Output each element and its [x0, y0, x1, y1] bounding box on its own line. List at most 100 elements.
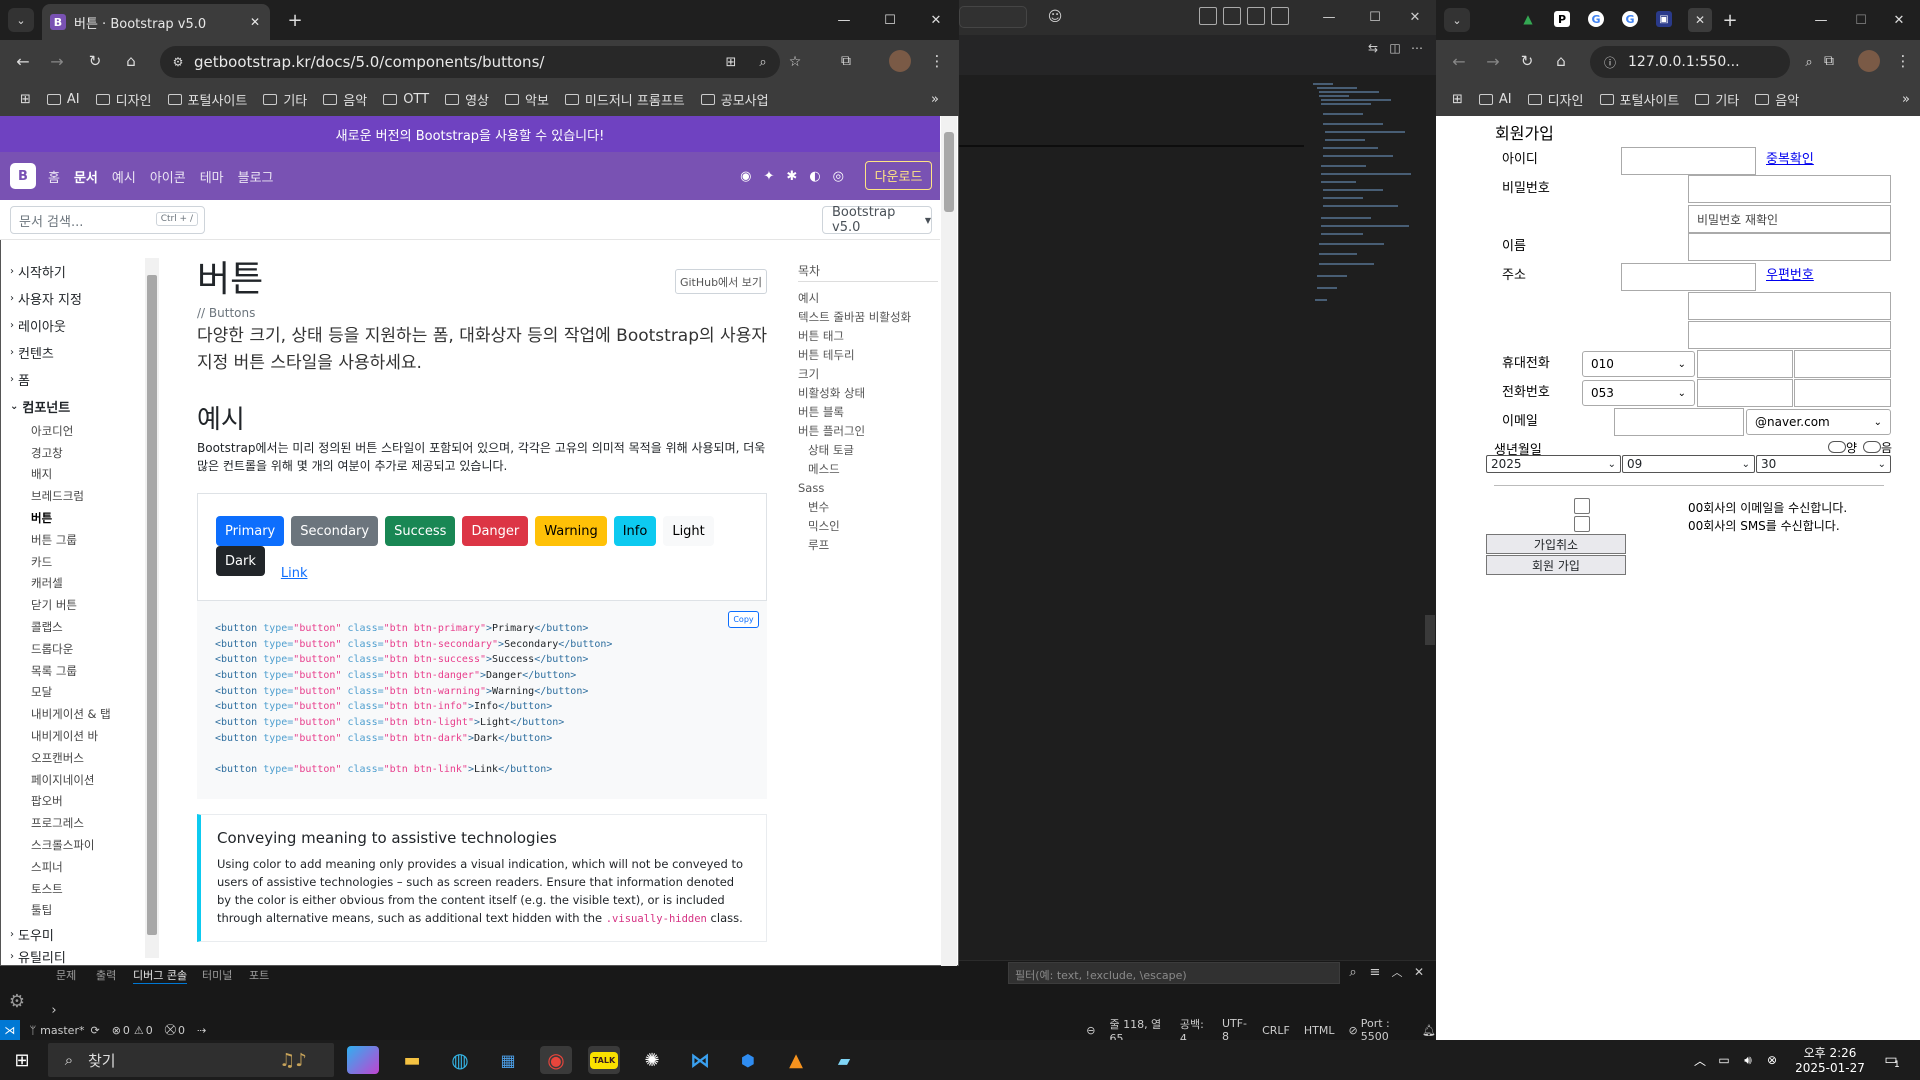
nav-icons[interactable]: 아이콘	[150, 167, 186, 186]
chrome-icon[interactable]: ◉	[540, 1046, 572, 1074]
notepad-icon[interactable]: ▰	[828, 1046, 860, 1074]
sidebar-item[interactable]: 토스트	[10, 878, 150, 900]
toc-item[interactable]: 비활성화 상태	[798, 383, 938, 402]
address-bar[interactable]: ⓘ 127.0.0.1:550...	[1590, 46, 1790, 78]
language-icon[interactable]: ◎	[833, 169, 844, 184]
sidebar-item[interactable]: 내비게이션 바	[10, 725, 150, 747]
lunar-radio[interactable]	[1863, 441, 1881, 453]
google-favicon-icon[interactable]: G	[1622, 11, 1638, 27]
minimap[interactable]	[1313, 83, 1423, 363]
apps-icon[interactable]: ⊞	[1452, 92, 1463, 107]
birth-day-select[interactable]: 30 ⌄	[1756, 455, 1891, 473]
toc-item[interactable]: 버튼 태그	[798, 326, 938, 345]
sidebar-item[interactable]: 목록 그룹	[10, 660, 150, 682]
sidebar-section[interactable]: › 유틸리티	[10, 948, 150, 965]
notifications-icon[interactable]: 🔔︎	[1422, 1024, 1436, 1037]
tab-search-icon[interactable]: ⌄	[1444, 8, 1470, 32]
bookmark-folder[interactable]: 기타	[1695, 90, 1739, 109]
compare-icon[interactable]: ⇆	[1365, 40, 1381, 56]
bootstrap-logo[interactable]: B	[10, 163, 36, 189]
app-favicon-icon[interactable]: ▣	[1656, 11, 1672, 27]
toc-item[interactable]: 메스드	[798, 459, 938, 478]
close-icon[interactable]: ✕	[1395, 4, 1435, 30]
maximize-icon[interactable]: ☐	[1355, 4, 1395, 30]
id-input[interactable]	[1621, 147, 1756, 175]
vscode-taskbar-icon[interactable]: ⋈	[684, 1046, 716, 1074]
sidebar-item[interactable]: 닫기 버튼	[10, 594, 150, 616]
bookmark-folder[interactable]: 디자인	[1527, 90, 1584, 109]
submit-signup-button[interactable]: 회원 가입	[1486, 555, 1626, 575]
more-actions-icon[interactable]: ⋯	[1409, 40, 1425, 56]
dark-button[interactable]: Dark	[216, 546, 265, 576]
email-domain-select[interactable]: @naver.com ⌄	[1746, 409, 1891, 435]
reload-icon[interactable]: ↻	[84, 50, 106, 72]
clock-date[interactable]: 2025-01-27	[1790, 1061, 1870, 1075]
debug-filter-input[interactable]: 필터(예: text, !exclude, \escape)	[1008, 962, 1340, 984]
panel-tab-debug-console[interactable]: 디버그 콘솔	[133, 967, 188, 984]
phone-prefix-select[interactable]: 053 ⌄	[1582, 380, 1695, 406]
solar-radio[interactable]	[1828, 441, 1846, 453]
maximize-panel-icon[interactable]: ︿	[1388, 963, 1406, 981]
panel-tab-terminal[interactable]: 터미널	[202, 967, 232, 983]
sidebar-item[interactable]: 카드	[10, 551, 150, 573]
sidebar-item[interactable]: 아코디언	[10, 420, 150, 442]
home-icon[interactable]: ⌂	[120, 50, 142, 72]
more-bookmarks-icon[interactable]: »	[931, 92, 939, 107]
toc-item[interactable]: 루프	[798, 535, 938, 554]
bookmark-folder[interactable]: 음악	[323, 90, 367, 109]
bookmark-folder[interactable]: 미드저니 프롬프트	[564, 90, 685, 109]
vscode-command-box[interactable]	[959, 6, 1027, 28]
warnings-count[interactable]: 0	[146, 1024, 153, 1037]
sidebar-section[interactable]: › 컨텐츠	[10, 339, 150, 366]
birth-year-select[interactable]: 2025 ⌄	[1486, 455, 1621, 473]
toc-item[interactable]: 상태 토글	[798, 440, 938, 459]
bookmark-folder[interactable]: 포털사이트	[167, 90, 247, 109]
forward-icon[interactable]: →	[46, 50, 68, 72]
light-button[interactable]: Light	[663, 516, 714, 546]
p-favicon-icon[interactable]: P	[1554, 11, 1570, 27]
bookmark-star-icon[interactable]: ☆	[786, 53, 804, 71]
email-consent-checkbox[interactable]	[1574, 498, 1590, 514]
sidebar-section[interactable]: › 도우미	[10, 921, 150, 948]
secondary-button[interactable]: Secondary	[291, 516, 379, 546]
edge-icon[interactable]: ◍	[444, 1046, 476, 1074]
bookmark-folder[interactable]: 디자인	[95, 90, 152, 109]
name-input[interactable]	[1688, 233, 1891, 261]
editor-scrollbar[interactable]	[1425, 615, 1435, 645]
install-icon[interactable]: ⊞	[722, 53, 740, 71]
page-scrollbar[interactable]	[941, 116, 957, 966]
address-input[interactable]	[1688, 292, 1891, 320]
panel-tab-output[interactable]: 출력	[96, 967, 116, 983]
zoom-icon[interactable]: ⌕	[754, 53, 772, 71]
bookmark-folder[interactable]: AI	[1478, 92, 1512, 107]
settings-gear-icon[interactable]: ⚙	[6, 990, 28, 1012]
github-icon[interactable]: ◉	[740, 169, 751, 184]
sidebar-item[interactable]: 팝오버	[10, 791, 150, 813]
slack-icon[interactable]: ✱	[786, 169, 797, 184]
menu-icon[interactable]: ⋮	[1892, 50, 1914, 72]
panel-tab-problems[interactable]: 문제	[56, 967, 76, 983]
cancel-signup-button[interactable]: 가입취소	[1486, 534, 1626, 554]
sidebar-section-components[interactable]: ⌄ 컴포넌트	[10, 393, 150, 420]
sidebar-section[interactable]: › 폼	[10, 366, 150, 393]
find-icon[interactable]: ⌕	[1344, 963, 1362, 981]
kakaotalk-icon[interactable]: TALK	[588, 1046, 620, 1074]
network-icon[interactable]: ▭	[1716, 1052, 1732, 1068]
sidebar-section[interactable]: › 시작하기	[10, 258, 150, 285]
bookmark-folder[interactable]: OTT	[383, 92, 429, 107]
duplicate-check-link[interactable]: 중복확인	[1766, 148, 1814, 167]
site-info-icon[interactable]: ⚙	[170, 54, 186, 70]
twitter-icon[interactable]: ✦	[764, 169, 775, 184]
toc-item[interactable]: 예시	[798, 288, 938, 307]
extensions-icon[interactable]: ⧉	[835, 50, 857, 72]
volume-icon[interactable]: 🔊︎	[1740, 1052, 1756, 1068]
view-on-github-button[interactable]: GitHub에서 보기	[675, 269, 767, 294]
maps-icon[interactable]: ⬢	[732, 1046, 764, 1074]
start-icon[interactable]: ⊞	[10, 1048, 34, 1072]
sidebar-item[interactable]: 드롭다운	[10, 638, 150, 660]
docs-search-input[interactable]: 문서 검색... Ctrl + /	[10, 206, 205, 234]
sms-consent-checkbox[interactable]	[1574, 516, 1590, 532]
drive-favicon-icon[interactable]: ▲	[1520, 11, 1536, 27]
sidebar-section[interactable]: › 레이아웃	[10, 312, 150, 339]
profile-avatar[interactable]	[1858, 50, 1880, 72]
